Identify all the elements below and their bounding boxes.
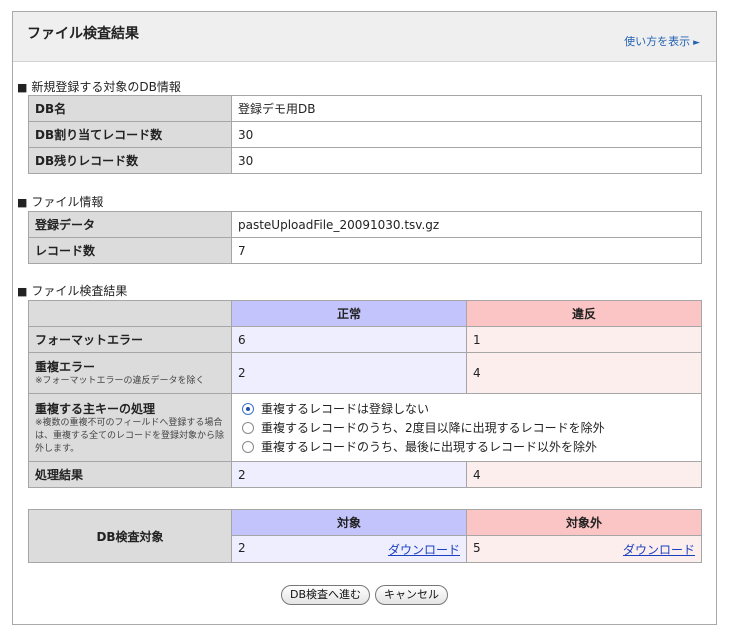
table-row: レコード数 7 [28, 237, 702, 264]
process-result-ng-value: 4 [466, 461, 702, 488]
download-target-link[interactable]: ダウンロード [388, 541, 460, 558]
pk-option-label: 重複するレコードのうち、2度目以降に出現するレコードを除外 [261, 421, 605, 435]
help-link[interactable]: 使い方を表示 ► [624, 33, 700, 49]
pk-option-label: 重複するレコードのうち、最後に出現するレコード以外を除外 [261, 440, 598, 454]
db-info-table: DB名 登録デモ用DB DB割り当てレコード数 30 DB残りレコード数 30 [28, 95, 702, 174]
dup-error-cell: 重複エラー ※フォーマットエラーの違反データを除く [28, 352, 232, 394]
record-count-label: レコード数 [28, 237, 232, 264]
col-header-excluded: 対象外 [466, 509, 702, 536]
section-heading-file-info: ■ ファイル情報 [17, 193, 103, 210]
target-cell: 2 ダウンロード [231, 535, 467, 563]
db-target-label: DB検査対象 [28, 509, 232, 563]
square-bullet-icon: ■ [17, 285, 28, 298]
pk-handling-note: ※複数の重複不可のフィールドへ登録する場合は、重複する全てのレコードを登録対象か… [35, 417, 225, 454]
table-row: 重複エラー ※フォーマットエラーの違反データを除く 2 4 [28, 352, 702, 394]
section-heading-label: 新規登録する対象のDB情報 [31, 80, 181, 94]
dup-error-ng-value: 4 [466, 352, 702, 394]
dup-error-note: ※フォーマットエラーの違反データを除く [35, 376, 205, 386]
col-header-ng: 違反 [466, 300, 702, 327]
square-bullet-icon: ■ [17, 81, 28, 94]
pk-handling-options: 重複するレコードは登録しない 重複するレコードのうち、2度目以降に出現するレコー… [231, 393, 702, 462]
record-count-value: 7 [231, 237, 702, 264]
db-remaining-records-label: DB残りレコード数 [28, 147, 232, 174]
table-row: DB割り当てレコード数 30 [28, 121, 702, 148]
pk-option-keep-last[interactable]: 重複するレコードのうち、最後に出現するレコード以外を除外 [242, 437, 695, 456]
excluded-cell: 5 ダウンロード [466, 535, 702, 563]
square-bullet-icon: ■ [17, 196, 28, 209]
db-allocated-records-label: DB割り当てレコード数 [28, 121, 232, 148]
registered-data-label: 登録データ [28, 211, 232, 238]
db-remaining-records-value: 30 [231, 147, 702, 174]
panel-header: ファイル検査結果 使い方を表示 ► [13, 12, 716, 62]
pk-handling-label: 重複する主キーの処理 [35, 401, 156, 416]
table-row: 処理結果 2 4 [28, 461, 702, 488]
table-row: DB名 登録デモ用DB [28, 95, 702, 122]
db-allocated-records-value: 30 [231, 121, 702, 148]
process-result-ok-value: 2 [231, 461, 467, 488]
table-row: 正常 違反 [28, 300, 702, 327]
pk-option-label: 重複するレコードは登録しない [261, 402, 430, 416]
section-heading-check-result: ■ ファイル検査結果 [17, 282, 127, 299]
radio-unchecked-icon[interactable] [242, 440, 254, 453]
dup-error-ok-value: 2 [231, 352, 467, 394]
table-row: DB残りレコード数 30 [28, 147, 702, 174]
section-heading-label: ファイル情報 [31, 195, 104, 209]
check-result-table: 正常 違反 フォーマットエラー 6 1 重複エラー ※フォーマットエラーの違反デ… [28, 300, 702, 488]
format-error-ok-value: 6 [231, 326, 467, 353]
pk-handling-cell: 重複する主キーの処理 ※複数の重複不可のフィールドへ登録する場合は、重複する全て… [28, 393, 232, 462]
radio-checked-icon[interactable] [242, 402, 254, 415]
format-error-ng-value: 1 [466, 326, 702, 353]
col-header-ok: 正常 [231, 300, 467, 327]
col-header-target: 対象 [231, 509, 467, 536]
section-heading-label: ファイル検査結果 [31, 284, 128, 298]
process-result-label: 処理結果 [28, 461, 232, 488]
format-error-label: フォーマットエラー [28, 326, 232, 353]
dup-error-label: 重複エラー [35, 360, 96, 374]
table-row: フォーマットエラー 6 1 [28, 326, 702, 353]
help-link-label: 使い方を表示 [624, 35, 691, 48]
file-info-table: 登録データ pasteUploadFile_20091030.tsv.gz レコ… [28, 211, 702, 264]
page-title: ファイル検査結果 [27, 26, 139, 42]
pk-option-skip-all[interactable]: 重複するレコードは登録しない [242, 399, 695, 418]
target-count: 2 [238, 540, 246, 555]
excluded-count: 5 [473, 540, 481, 555]
triangle-right-icon: ► [693, 38, 700, 48]
db-name-value: 登録デモ用DB [231, 95, 702, 122]
radio-unchecked-icon[interactable] [242, 421, 254, 434]
download-excluded-link[interactable]: ダウンロード [623, 541, 695, 558]
pk-option-exclude-second[interactable]: 重複するレコードのうち、2度目以降に出現するレコードを除外 [242, 418, 695, 437]
table-row: 登録データ pasteUploadFile_20091030.tsv.gz [28, 211, 702, 238]
header-blank-cell [28, 300, 232, 327]
table-row: DB検査対象 対象 対象外 [28, 509, 702, 563]
registered-data-value: pasteUploadFile_20091030.tsv.gz [231, 211, 702, 238]
proceed-db-check-button[interactable]: DB検査へ進む [281, 585, 371, 605]
cancel-button[interactable]: キャンセル [375, 585, 448, 605]
db-name-label: DB名 [28, 95, 232, 122]
section-heading-db-info: ■ 新規登録する対象のDB情報 [17, 78, 181, 95]
db-target-table: DB検査対象 対象 対象外 2 ダウンロード 5 ダウンロード [28, 509, 702, 563]
table-row: 重複する主キーの処理 ※複数の重複不可のフィールドへ登録する場合は、重複する全て… [28, 393, 702, 462]
